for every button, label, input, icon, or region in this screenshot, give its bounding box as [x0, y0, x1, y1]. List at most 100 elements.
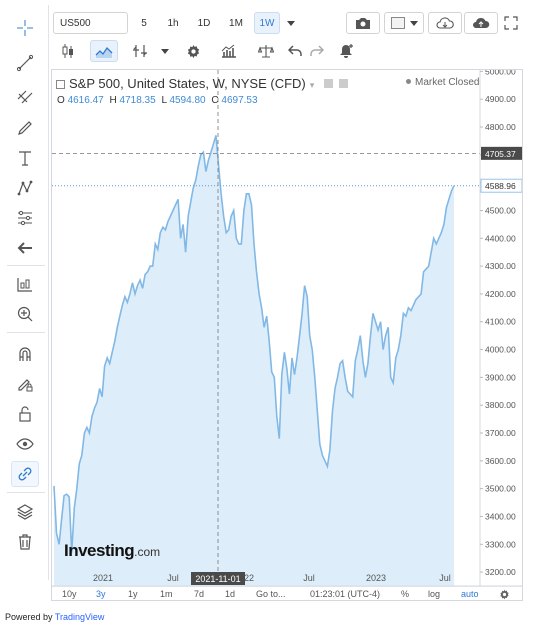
caret-down-icon[interactable]: ▾	[310, 80, 315, 90]
area-chart-button[interactable]	[90, 40, 118, 62]
trash-icon[interactable]	[11, 529, 39, 555]
crosshair-date-label: 2021-11-01	[195, 574, 240, 584]
fib-tool-icon[interactable]	[11, 83, 39, 109]
caret-down-icon	[287, 20, 295, 26]
zoom-in-icon[interactable]	[11, 301, 39, 327]
close-small-icon[interactable]	[338, 79, 348, 88]
range-1d-button[interactable]: 1d	[225, 587, 235, 602]
redo-button[interactable]	[307, 40, 327, 62]
y-tick-label: 4900.00	[485, 94, 516, 104]
compare-button[interactable]	[127, 40, 153, 62]
magnet-icon[interactable]	[11, 341, 39, 367]
caret-down-icon	[409, 20, 418, 26]
interval-1m-button[interactable]: 1M	[222, 12, 250, 34]
range-1y-button[interactable]: 1y	[128, 587, 138, 602]
color-swatch	[390, 17, 405, 29]
range-1m-button[interactable]: 1m	[160, 587, 173, 602]
y-tick-label: 3700.00	[485, 428, 516, 438]
status-dot-icon	[406, 79, 411, 84]
interval-1d-label: 1D	[197, 17, 211, 29]
interval-1h-button[interactable]: 1h	[160, 12, 186, 34]
undo-button[interactable]	[285, 40, 305, 62]
y-tick-label: 3600.00	[485, 456, 516, 466]
pattern-tool-icon[interactable]	[11, 175, 39, 201]
log-toggle[interactable]: log	[428, 587, 440, 602]
fullscreen-icon	[504, 16, 518, 30]
interval-1w-button[interactable]: 1W	[254, 12, 280, 34]
tradingview-link[interactable]: TradingView	[55, 612, 105, 622]
clock-text: 01:23:01 (UTC-4)	[310, 589, 381, 599]
lock-icon[interactable]	[11, 401, 39, 427]
interval-5-button[interactable]: 5	[132, 12, 156, 34]
interval-dropdown-button[interactable]	[282, 12, 300, 34]
high-value: 4718.35	[119, 95, 156, 106]
close-label: C	[211, 95, 219, 106]
snapshot-button[interactable]	[346, 12, 380, 34]
market-status: Market Closed	[406, 77, 479, 88]
interval-1m-label: 1M	[229, 17, 243, 29]
bell-plus-icon	[340, 44, 353, 58]
goto-button[interactable]: Go to...	[256, 587, 286, 602]
range-3y-button[interactable]: 3y	[96, 587, 106, 602]
auto-toggle[interactable]: auto	[461, 587, 479, 602]
powered-prefix: Powered by	[5, 612, 55, 622]
eye-icon[interactable]	[11, 431, 39, 457]
symbol-search-input[interactable]: US500	[53, 12, 128, 34]
bottom-toolbar: 10y 3y 1y 1m 7d 1d Go to... 01:23:01 (UT…	[52, 586, 522, 601]
chart-pane[interactable]: 3200.00 3300.00 3400.00 3500.00 3600.00 3700.…	[51, 69, 523, 601]
compare-dropdown-button[interactable]	[156, 40, 174, 62]
gear-icon	[500, 589, 509, 600]
drawing-toolbar	[3, 5, 49, 580]
load-chart-button[interactable]	[428, 12, 462, 34]
templates-button[interactable]	[253, 40, 279, 62]
y-tick-label: 3900.00	[485, 372, 516, 382]
compare-icon	[133, 45, 147, 57]
high-label: H	[109, 95, 117, 106]
redo-icon	[310, 45, 324, 56]
range-10y-button[interactable]: 10y	[62, 587, 77, 602]
interval-1d-button[interactable]: 1D	[190, 12, 218, 34]
range-7d-button[interactable]: 7d	[194, 587, 204, 602]
open-value: 4616.47	[67, 95, 104, 106]
alert-button[interactable]	[334, 40, 360, 62]
cloud-download-icon	[436, 17, 454, 29]
candles-button[interactable]	[55, 40, 81, 62]
interval-1w-label: 1W	[259, 17, 275, 29]
trend-line-icon[interactable]	[11, 50, 39, 76]
open-label: O	[57, 95, 65, 106]
indicators-button[interactable]	[215, 40, 243, 62]
x-tick-label: Jul	[167, 573, 179, 583]
crosshair-icon[interactable]	[11, 15, 39, 41]
collapse-legend-icon[interactable]	[56, 80, 65, 89]
low-value: 4594.80	[169, 95, 206, 106]
back-arrow-icon[interactable]	[11, 235, 39, 261]
lock-pencil-icon[interactable]	[11, 371, 39, 397]
price-chart[interactable]: 3200.00 3300.00 3400.00 3500.00 3600.00 3700.…	[52, 70, 522, 600]
investing-logo: Investing.com	[64, 541, 160, 561]
text-tool-icon[interactable]	[11, 145, 39, 171]
symbol-text: US500	[60, 17, 91, 29]
brush-icon[interactable]	[11, 115, 39, 141]
symbol-title: S&P 500, United States, W, NYSE (CFD)	[69, 76, 306, 91]
y-tick-label: 5000.00	[485, 70, 516, 76]
caret-down-icon	[161, 48, 169, 54]
y-tick-label: 4100.00	[485, 317, 516, 327]
candlestick-icon	[62, 44, 73, 58]
layers-icon[interactable]	[11, 499, 39, 525]
low-label: L	[161, 95, 167, 106]
fullscreen-button[interactable]	[500, 12, 522, 34]
measure-icon[interactable]	[11, 271, 39, 297]
bottom-settings-button[interactable]	[499, 587, 510, 602]
settings-button[interactable]	[181, 40, 205, 62]
undo-icon	[288, 45, 302, 56]
crosshair-price-label: 4705.37	[485, 149, 516, 159]
last-price-label: 4588.96	[485, 181, 516, 191]
settings-small-icon[interactable]	[323, 79, 333, 88]
indicators-icon	[221, 44, 236, 58]
percent-toggle[interactable]: %	[401, 587, 409, 602]
color-picker-button[interactable]	[384, 12, 424, 34]
cloud-upload-icon	[473, 17, 490, 28]
prediction-tool-icon[interactable]	[11, 205, 39, 231]
link-icon[interactable]	[11, 461, 39, 487]
save-chart-button[interactable]	[464, 12, 498, 34]
